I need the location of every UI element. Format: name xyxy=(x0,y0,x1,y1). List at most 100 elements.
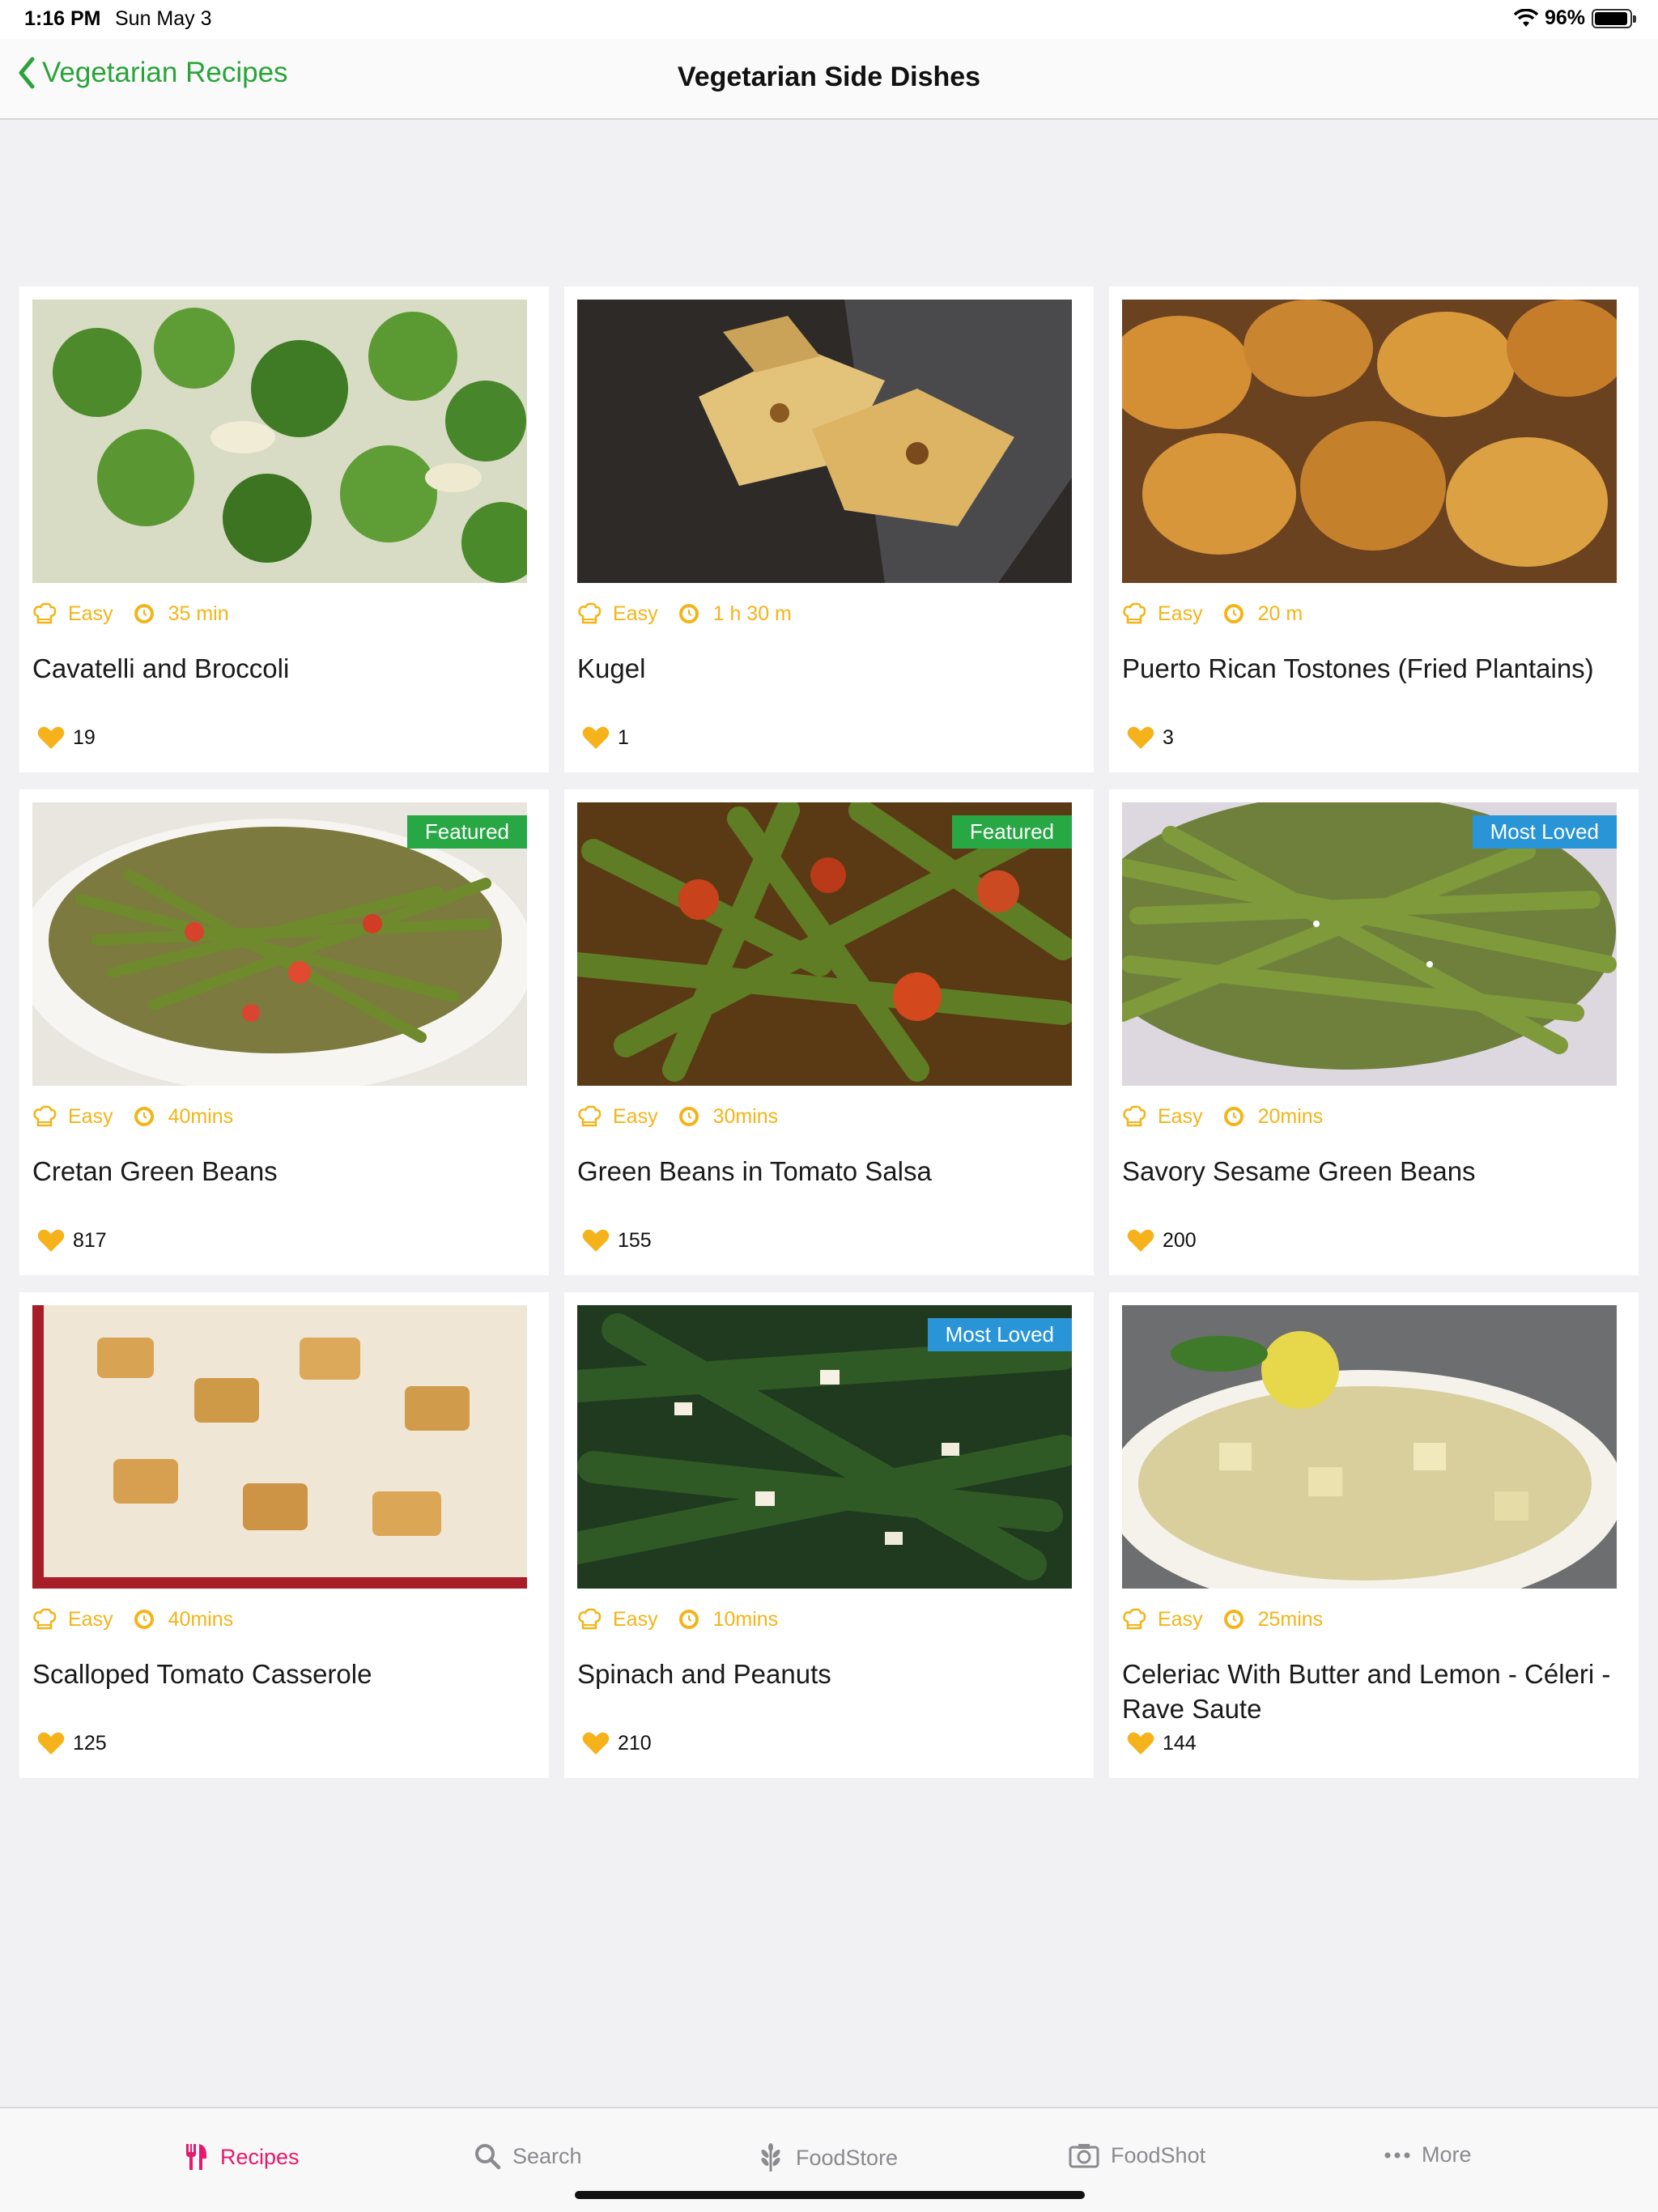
recipe-badge: Most Loved xyxy=(1472,815,1617,849)
recipe-photo: Most Loved xyxy=(577,1305,1072,1589)
recipe-time: 40mins xyxy=(168,1607,234,1631)
clock-icon xyxy=(134,1107,154,1126)
like-count: 3 xyxy=(1163,725,1174,749)
home-indicator xyxy=(575,2191,1085,2199)
recipe-card[interactable]: Easy 35 min Cavatelli and Broccoli 19 xyxy=(19,287,549,772)
search-icon xyxy=(475,2144,501,2170)
wifi-icon xyxy=(1513,8,1538,27)
recipe-difficulty: Easy xyxy=(613,1607,658,1631)
recipe-difficulty: Easy xyxy=(68,1104,113,1128)
recipe-difficulty: Easy xyxy=(1158,1104,1203,1128)
heart-icon xyxy=(1127,1732,1154,1755)
recipe-photo-image xyxy=(1122,1305,1617,1589)
recipe-photo-image xyxy=(1122,300,1617,583)
recipe-likes: 144 xyxy=(1127,1731,1197,1755)
heart-icon xyxy=(582,1732,610,1755)
clock-icon xyxy=(1223,1107,1244,1126)
tab-more[interactable]: More xyxy=(1384,2142,1472,2167)
heart-icon xyxy=(1127,726,1154,749)
recipe-card[interactable]: Easy 40mins Scalloped Tomato Casserole 125 xyxy=(19,1292,549,1778)
tab-foodstore[interactable]: FoodStore xyxy=(757,2142,898,2173)
clock-icon xyxy=(678,604,699,623)
clock-icon xyxy=(678,1610,699,1629)
wheat-icon xyxy=(761,2143,780,2172)
recipe-photo xyxy=(32,300,527,583)
recipe-title: Celeriac With Butter and Lemon - Céleri … xyxy=(1122,1659,1611,1724)
recipe-meta: Easy 20mins xyxy=(1122,1104,1626,1129)
recipe-badge: Most Loved xyxy=(927,1318,1072,1351)
battery-icon xyxy=(1592,8,1636,28)
recipe-photo xyxy=(1122,300,1617,583)
heart-icon xyxy=(37,1229,65,1252)
recipe-meta: Easy 40mins xyxy=(32,1606,536,1632)
recipe-title: Scalloped Tomato Casserole xyxy=(32,1659,372,1689)
status-date: Sun May 3 xyxy=(115,7,212,30)
recipe-likes: 817 xyxy=(37,1228,107,1253)
status-right: 96% xyxy=(1513,6,1636,30)
chef-hat-icon xyxy=(1123,1105,1146,1127)
recipe-meta: Easy 40mins xyxy=(32,1104,536,1129)
recipe-photo-image xyxy=(577,300,1072,583)
chef-hat-icon xyxy=(578,602,602,624)
recipe-photo xyxy=(1122,1305,1617,1589)
recipe-title: Spinach and Peanuts xyxy=(577,1659,831,1689)
battery-percent: 96% xyxy=(1544,6,1585,29)
like-count: 200 xyxy=(1163,1228,1197,1252)
recipe-meta: Easy 1 h 30 m xyxy=(577,601,1081,627)
recipe-time: 35 min xyxy=(168,602,229,625)
recipe-meta: Easy 10mins xyxy=(577,1606,1081,1632)
like-count: 144 xyxy=(1163,1731,1197,1755)
chef-hat-icon xyxy=(33,602,57,624)
recipe-card[interactable]: Easy 25mins Celeriac With Butter and Lemon… xyxy=(1109,1292,1639,1778)
recipe-time: 25mins xyxy=(1257,1607,1324,1631)
more-dots-icon xyxy=(1384,2152,1410,2158)
recipe-photo-image xyxy=(32,1305,527,1589)
recipe-time: 30mins xyxy=(712,1104,779,1128)
chef-hat-icon xyxy=(33,1608,57,1630)
tab-foodshot[interactable]: FoodShot xyxy=(1069,2142,1205,2168)
recipe-likes: 125 xyxy=(37,1731,107,1755)
recipe-title: Green Beans in Tomato Salsa xyxy=(577,1156,932,1186)
recipe-likes: 1 xyxy=(582,725,629,750)
recipe-card[interactable]: Easy 1 h 30 m Kugel 1 xyxy=(564,287,1094,772)
chef-hat-icon xyxy=(1123,602,1146,624)
heart-icon xyxy=(1127,1229,1154,1252)
recipe-grid: Easy 35 min Cavatelli and Broccoli 19 Easy 1 … xyxy=(19,287,1639,1778)
recipe-badge: Featured xyxy=(406,815,527,849)
chef-hat-icon xyxy=(578,1608,602,1630)
like-count: 817 xyxy=(73,1228,107,1252)
chef-hat-icon xyxy=(1123,1608,1146,1630)
recipe-meta: Easy 25mins xyxy=(1122,1606,1626,1632)
recipe-difficulty: Easy xyxy=(613,602,658,625)
recipe-difficulty: Easy xyxy=(613,1104,658,1128)
clock-icon xyxy=(134,1610,154,1629)
clock-icon xyxy=(678,1107,699,1126)
status-bar: 1:16 PM Sun May 3 96% xyxy=(0,0,1658,39)
recipe-card[interactable]: Featured Easy 30mins Green Beans in Tomato … xyxy=(564,789,1094,1275)
like-count: 210 xyxy=(618,1731,652,1755)
recipe-time: 20 m xyxy=(1257,602,1303,625)
recipe-photo: Most Loved xyxy=(1122,802,1617,1086)
heart-icon xyxy=(37,1732,65,1755)
recipe-card[interactable]: Easy 20 m Puerto Rican Tostones (Fried Pla… xyxy=(1109,287,1639,772)
status-time: 1:16 PM xyxy=(24,7,101,30)
tab-search[interactable]: Search xyxy=(474,2142,582,2170)
tab-label: More xyxy=(1422,2142,1472,2167)
like-count: 125 xyxy=(73,1731,107,1755)
recipe-meta: Easy 30mins xyxy=(577,1104,1081,1129)
recipe-time: 1 h 30 m xyxy=(712,602,792,625)
recipe-meta: Easy 20 m xyxy=(1122,601,1626,627)
clock-icon xyxy=(1223,1610,1244,1629)
tab-recipes[interactable]: Recipes xyxy=(183,2142,300,2172)
app-root: 1:16 PM Sun May 3 96% Vegetarian Recipes… xyxy=(0,0,1658,2212)
chef-hat-icon xyxy=(578,1105,602,1127)
recipe-card[interactable]: Most Loved Easy 10mins Spinach and Peanuts 2… xyxy=(564,1292,1094,1778)
fork-knife-icon xyxy=(186,2144,206,2170)
recipe-title: Cretan Green Beans xyxy=(32,1156,278,1186)
recipe-card[interactable]: Most Loved Easy 20mins Savory Sesame Green … xyxy=(1109,789,1639,1275)
like-count: 19 xyxy=(73,725,96,749)
recipe-card[interactable]: Featured Easy 40mins Cretan Green Beans 817 xyxy=(19,789,549,1275)
like-count: 1 xyxy=(618,725,629,749)
tab-label: FoodStore xyxy=(796,2145,899,2170)
recipe-meta: Easy 35 min xyxy=(32,601,536,627)
